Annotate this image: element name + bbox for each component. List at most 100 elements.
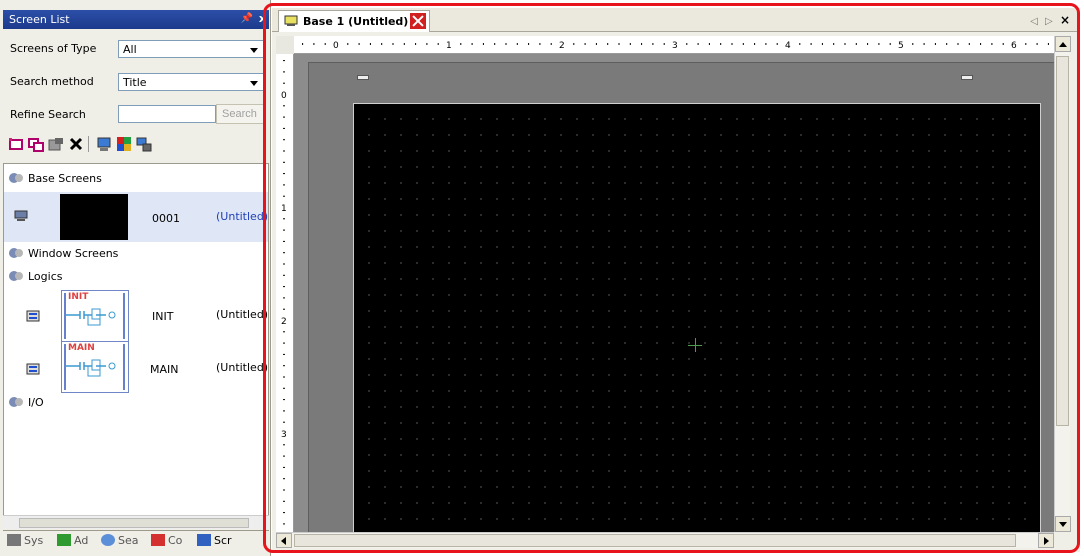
ruler-tick	[358, 43, 360, 45]
ruler-tick	[283, 387, 285, 389]
close-panel-icon[interactable]: x	[259, 12, 266, 25]
system-icon	[7, 534, 21, 546]
ruler-tick	[283, 331, 285, 333]
screen-icon	[284, 15, 298, 26]
scroll-right-icon[interactable]	[1038, 533, 1054, 548]
panel-title: Screen List	[9, 13, 70, 26]
ruler-label: 1	[446, 41, 452, 51]
logic-title: (Untitled)	[216, 361, 269, 374]
frame-handle	[357, 75, 369, 80]
tab-scroll-arrows[interactable]: ◁ ▷	[1030, 16, 1055, 27]
delete-icon[interactable]	[68, 136, 84, 152]
tree-horizontal-scrollbar[interactable]	[3, 515, 269, 529]
ruler-tick	[381, 43, 383, 45]
crosshair-icon	[695, 338, 696, 352]
ruler-label: 6	[1011, 41, 1017, 51]
screens-of-type-label: Screens of Type	[10, 42, 97, 55]
scroll-thumb[interactable]	[19, 518, 249, 528]
logic-icon	[26, 363, 40, 375]
tab-navigation[interactable]: ◁ ▷ ×	[1030, 13, 1072, 27]
editor-workspace[interactable]	[294, 54, 1054, 532]
chevron-down-icon[interactable]	[247, 74, 263, 90]
ruler-tick	[283, 173, 285, 175]
ruler-label: 5	[898, 41, 904, 51]
ruler-tick	[1047, 43, 1049, 45]
tab-base-1[interactable]: Base 1 (Untitled)	[278, 10, 430, 32]
tab-screen-list[interactable]: Scr	[197, 534, 232, 547]
ruler-ticks: 01234	[281, 60, 287, 525]
scroll-thumb[interactable]	[294, 534, 1016, 547]
screens-of-type-select[interactable]: All	[118, 40, 264, 58]
ruler-tick	[618, 43, 620, 45]
ruler-tick	[912, 43, 914, 45]
ruler-tick	[283, 421, 285, 423]
scroll-down-icon[interactable]	[1055, 516, 1071, 532]
ruler-tick	[731, 43, 733, 45]
ruler-tick	[283, 274, 285, 276]
screen-title: (Untitled)	[216, 210, 269, 223]
close-icon[interactable]: ×	[1060, 13, 1072, 27]
close-tab-icon[interactable]	[410, 13, 426, 29]
ruler-tick	[392, 43, 394, 45]
screen-thumbnail	[60, 194, 128, 240]
search-button[interactable]: Search	[216, 104, 266, 124]
ruler-tick	[283, 218, 285, 220]
ruler-tick	[697, 43, 699, 45]
ruler-tick	[347, 43, 349, 45]
screen-list-panel: Screen List 📌 x Screens of Type All Sear…	[0, 0, 271, 556]
ruler-tick	[765, 43, 767, 45]
ruler-tick	[528, 43, 530, 45]
ruler-tick	[283, 466, 285, 468]
ruler-tick	[302, 43, 304, 45]
editor-tab-bar: Base 1 (Untitled) ◁ ▷ ×	[272, 8, 1080, 32]
editor-vertical-scrollbar[interactable]	[1054, 36, 1071, 532]
ruler-tick	[641, 43, 643, 45]
copy-screen-icon[interactable]	[28, 136, 44, 152]
scroll-thumb[interactable]	[1056, 56, 1069, 426]
tab-address[interactable]: Ad	[57, 534, 88, 547]
ladder-diagram-icon	[64, 293, 125, 339]
ruler-tick	[968, 43, 970, 45]
tab-common[interactable]: Co	[151, 534, 182, 547]
refine-search-input[interactable]	[118, 105, 216, 123]
ruler-tick	[460, 43, 462, 45]
ruler-tick	[821, 43, 823, 45]
list-item-logic-init[interactable]: INIT INIT (Untitled)	[4, 288, 268, 344]
vertical-ruler: 01234	[276, 54, 294, 532]
list-item-base-screen-0001[interactable]: 0001 (Untitled)	[4, 192, 269, 242]
ruler-tick	[810, 43, 812, 45]
screen-canvas[interactable]	[353, 103, 1041, 532]
ruler-tick	[283, 297, 285, 299]
ruler-tick	[686, 43, 688, 45]
editor-horizontal-scrollbar[interactable]	[276, 532, 1054, 548]
chevron-down-icon[interactable]	[247, 41, 263, 57]
search-method-select[interactable]: Title	[118, 73, 264, 91]
scroll-left-icon[interactable]	[276, 533, 292, 548]
list-item-logic-main[interactable]: MAIN MAIN (Untitled)	[4, 341, 269, 397]
ruler-tick	[550, 43, 552, 45]
ruler-tick	[776, 43, 778, 45]
folder-gear-icon	[9, 173, 23, 183]
paste-screen-icon[interactable]	[48, 136, 64, 152]
refine-search-label: Refine Search	[10, 108, 86, 121]
ruler-tick	[283, 116, 285, 118]
ruler-tick	[1036, 43, 1038, 45]
ruler-tick	[799, 43, 801, 45]
display-icon[interactable]	[96, 136, 112, 152]
color-icon[interactable]	[116, 136, 132, 152]
tab-system[interactable]: Sys	[7, 534, 43, 547]
ruler-tick	[283, 240, 285, 242]
folder-gear-icon	[9, 397, 23, 407]
folder-gear-icon	[9, 248, 23, 258]
ruler-tick	[283, 500, 285, 502]
screen-list-icon	[197, 534, 211, 546]
pin-icon[interactable]: 📌	[241, 13, 253, 24]
new-screen-icon[interactable]	[8, 136, 24, 152]
properties-icon[interactable]	[136, 136, 152, 152]
scroll-up-icon[interactable]	[1055, 36, 1071, 52]
ruler-tick	[283, 376, 285, 378]
ruler-label: 4	[785, 41, 791, 51]
ruler-label: 2	[281, 317, 287, 327]
frame-handle	[961, 75, 973, 80]
tab-search[interactable]: Sea	[101, 534, 139, 547]
